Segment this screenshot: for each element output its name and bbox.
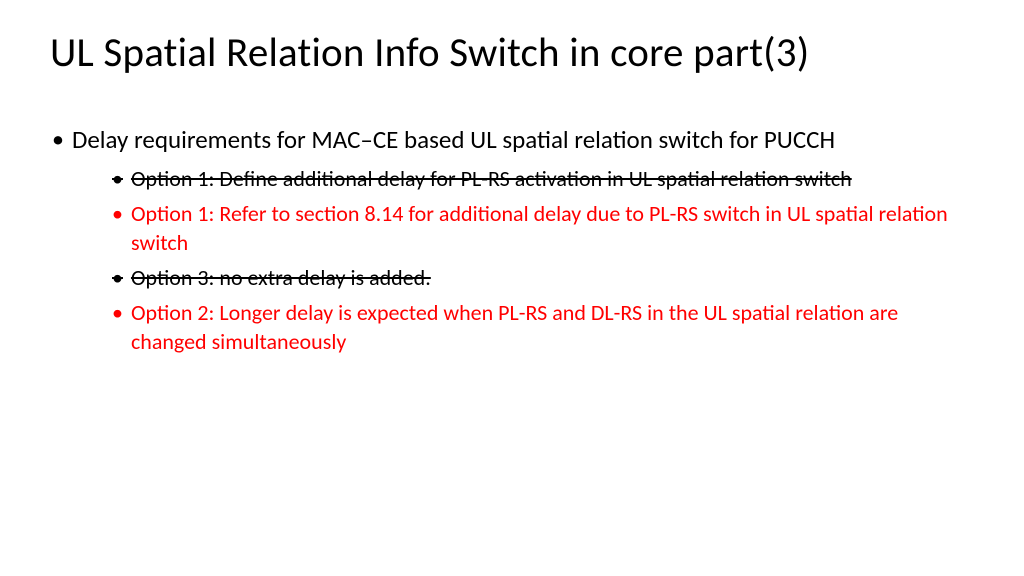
- sub-bullet-item: • Option 2: Longer delay is expected whe…: [112, 298, 974, 356]
- sub-bullet-text: Option 3: no extra delay is added.: [131, 263, 431, 292]
- bullet-dot-icon: •: [112, 298, 123, 356]
- sub-bullet-text: Option 1: Refer to section 8.14 for addi…: [131, 199, 974, 257]
- sub-bullet-text: Option 1: Define additional delay for PL…: [131, 164, 852, 193]
- sub-bullet-item: • Option 3: no extra delay is added.: [112, 263, 974, 292]
- bullet-dot-icon: •: [112, 199, 123, 257]
- bullet-dot-icon: •: [112, 164, 123, 193]
- sub-bullet-item: • Option 1: Refer to section 8.14 for ad…: [112, 199, 974, 257]
- sub-bullet-list: • Option 1: Define additional delay for …: [50, 164, 974, 356]
- sub-bullet-text: Option 2: Longer delay is expected when …: [131, 298, 974, 356]
- bullet-dot-icon: •: [52, 124, 64, 156]
- bullet-dot-icon: •: [112, 263, 123, 292]
- sub-bullet-item: • Option 1: Define additional delay for …: [112, 164, 974, 193]
- main-bullet: • Delay requirements for MAC–CE based UL…: [50, 124, 974, 156]
- slide-title: UL Spatial Relation Info Switch in core …: [50, 28, 974, 78]
- main-bullet-text: Delay requirements for MAC–CE based UL s…: [72, 124, 835, 156]
